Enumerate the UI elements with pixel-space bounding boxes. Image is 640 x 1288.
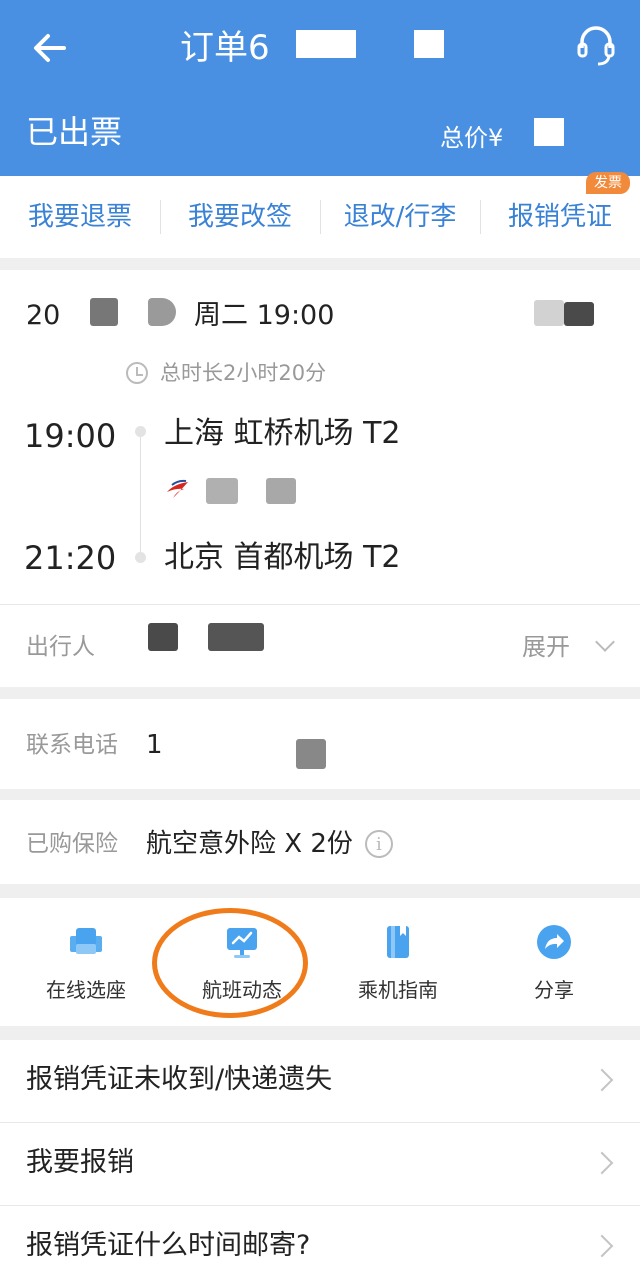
clock-icon — [126, 362, 148, 384]
link-row-mail-time[interactable]: 报销凭证什么时间邮寄? — [0, 1206, 640, 1288]
redacted-date-2 — [148, 298, 176, 326]
redacted-phone — [296, 739, 326, 769]
link-row-reimburse[interactable]: 我要报销 — [0, 1123, 640, 1205]
guide-book-icon — [387, 926, 409, 958]
contact-row: 联系电话 1 — [0, 699, 640, 789]
refund-baggage-rules-button[interactable]: 退改/行李 — [320, 176, 480, 258]
redacted-order-number — [296, 30, 356, 58]
insurance-row: 已购保险 航空意外险 X 2份 i — [0, 800, 640, 884]
flight-weekday-time: 周二 19:00 — [194, 300, 335, 331]
arrive-airport: 北京 首都机场 T2 — [164, 540, 401, 575]
redacted-flight-no — [534, 300, 564, 326]
chevron-right-icon — [590, 1151, 614, 1175]
order-title: 订单6 — [180, 28, 270, 68]
flight-date: 20 — [26, 298, 60, 334]
chevron-right-icon — [590, 1068, 614, 1092]
total-price: 总价¥ — [440, 124, 504, 152]
link-row-voucher-missing[interactable]: 报销凭证未收到/快递遗失 — [0, 1040, 640, 1122]
refund-button[interactable]: 我要退票 — [0, 176, 160, 258]
share-label: 分享 — [534, 978, 574, 1002]
info-icon[interactable]: i — [364, 830, 393, 858]
share-button[interactable]: 分享 — [474, 898, 634, 1026]
seat-icon — [70, 928, 102, 954]
redacted-traveler-2 — [208, 623, 264, 651]
service-tools: 在线选座 航班动态 乘机指南 分享 — [0, 898, 640, 1026]
contact-phone: 1 — [146, 730, 163, 760]
rebook-button[interactable]: 我要改签 — [160, 176, 320, 258]
reimbursement-voucher-button[interactable]: 报销凭证 发票 — [480, 172, 640, 258]
redacted-traveler — [148, 623, 178, 651]
redacted-date — [90, 298, 118, 326]
reimbursement-voucher-label: 报销凭证 — [507, 202, 612, 232]
redacted-airline — [206, 478, 238, 504]
back-arrow-icon[interactable] — [28, 26, 72, 70]
airline-logo-icon — [167, 479, 188, 498]
customer-service-icon[interactable] — [576, 24, 616, 68]
invoice-badge: 发票 — [586, 172, 630, 194]
highlight-circle-annotation — [152, 908, 308, 1018]
redacted-order-number-2 — [414, 30, 444, 58]
route-timeline — [140, 432, 141, 554]
expand-button[interactable]: 展开 — [522, 627, 570, 667]
online-seat-selection-button[interactable]: 在线选座 — [6, 898, 166, 1026]
reimburse-label: 我要报销 — [26, 1147, 134, 1178]
contact-label: 联系电话 — [26, 732, 118, 758]
chevron-down-icon — [595, 632, 615, 652]
flight-card: 20 周二 19:00 总时长2小时20分 19:00 上海 虹桥机场 T2 2… — [0, 270, 640, 604]
order-header: 订单6 已出票 总价¥ — [0, 0, 640, 176]
mail-time-label: 报销凭证什么时间邮寄? — [26, 1230, 311, 1261]
insurance-label: 已购保险 — [26, 831, 118, 857]
chevron-right-icon — [590, 1234, 614, 1258]
order-actions-bar: 我要退票 我要改签 退改/行李 报销凭证 发票 — [0, 172, 640, 258]
date-prefix: 20 — [26, 300, 61, 331]
traveler-row[interactable]: 出行人 展开 — [0, 605, 640, 687]
boarding-guide-label: 乘机指南 — [358, 978, 438, 1002]
traveler-label: 出行人 — [26, 634, 95, 660]
share-icon — [537, 925, 571, 959]
flight-duration: 总时长2小时20分 — [126, 356, 326, 390]
insurance-value: 航空意外险 X 2份 i — [146, 822, 393, 866]
voucher-missing-label: 报销凭证未收到/快递遗失 — [26, 1064, 333, 1095]
redacted-flight-no-2 — [564, 302, 594, 326]
arrive-dot — [135, 552, 146, 563]
boarding-guide-button[interactable]: 乘机指南 — [318, 898, 478, 1026]
depart-dot — [135, 426, 146, 437]
arrive-time: 21:20 — [24, 539, 117, 577]
depart-airport: 上海 虹桥机场 T2 — [164, 416, 401, 451]
redacted-airline-2 — [266, 478, 296, 504]
ticket-status: 已出票 — [26, 113, 123, 151]
online-seat-selection-label: 在线选座 — [46, 978, 126, 1002]
depart-time: 19:00 — [24, 417, 117, 455]
redacted-price — [534, 118, 564, 146]
